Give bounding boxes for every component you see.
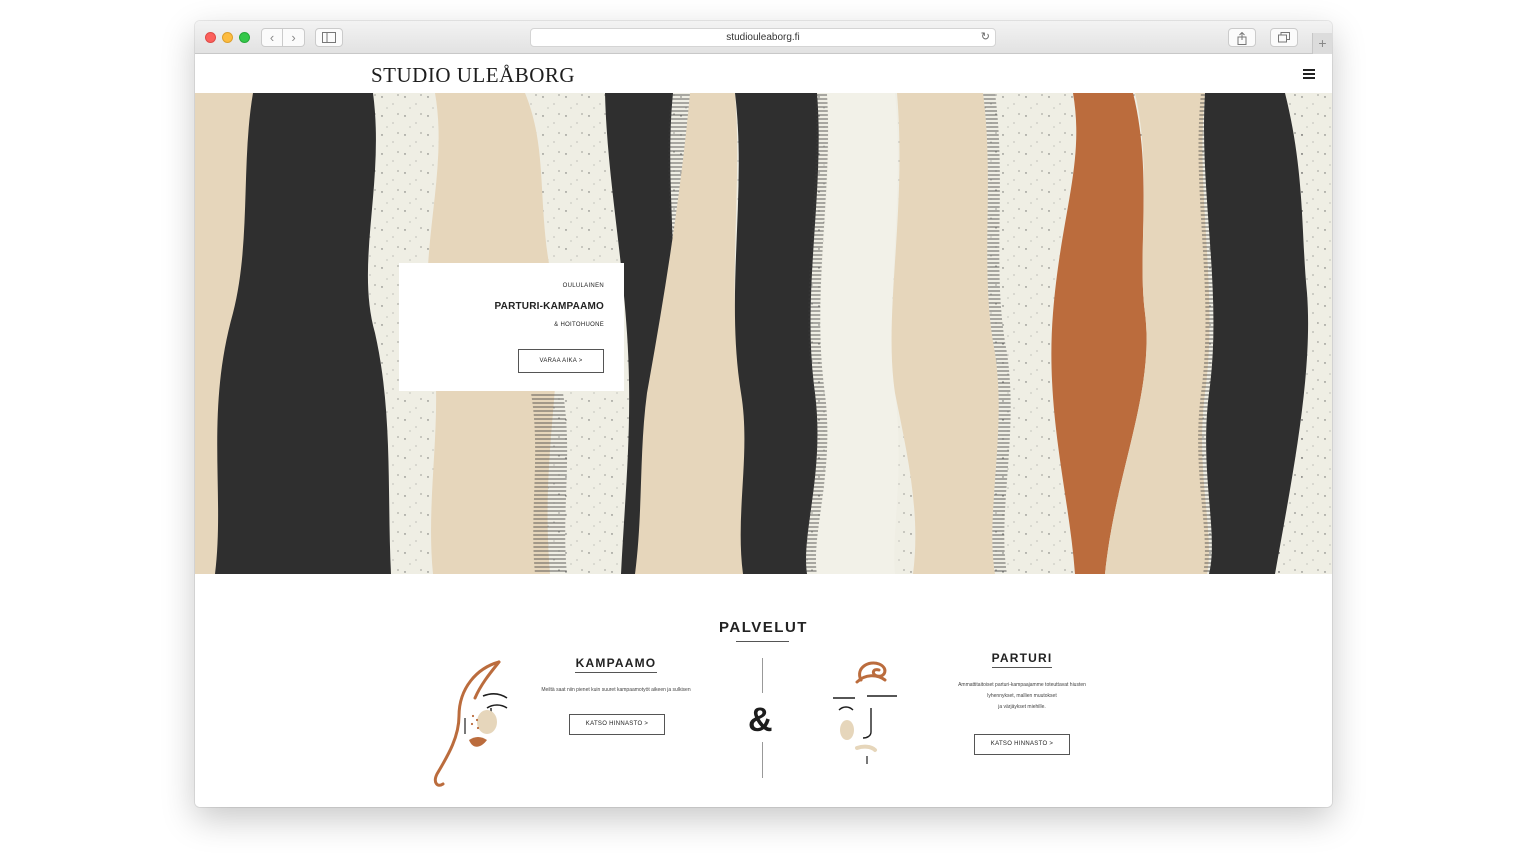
book-appointment-button[interactable]: VARAA AIKA > [518,349,604,373]
services-title-underline [736,641,789,642]
woman-face-illustration-icon [433,660,508,787]
back-button[interactable]: ‹ [261,28,283,47]
services-divider [762,658,763,693]
address-bar[interactable]: studiouleaborg.fi ↻ [530,28,996,47]
site-logo[interactable]: STUDIO ULEÅBORG [371,63,575,88]
parturi-description-line: ja värjäykset miehille. [998,704,1046,710]
forward-button[interactable]: › [283,28,305,47]
hamburger-menu-icon[interactable] [1303,69,1315,79]
kampaamo-description: Meiltä saat niin pienet kuin suuret kamp… [541,687,691,693]
sidebar-icon [322,32,336,43]
abstract-stripes-illustration [195,93,1332,574]
browser-toolbar: ‹ › studiouleaborg.fi ↻ + [195,21,1332,54]
share-button[interactable] [1228,28,1256,47]
services-divider-lower [762,742,763,778]
parturi-description-line: Ammattitaitoiset parturi-kampaajamme tot… [958,682,1086,688]
reload-icon[interactable]: ↻ [981,29,990,46]
hero-kicker: OULULAINEN [562,283,604,289]
kampaamo-title: KAMPAAMO [575,656,657,670]
parturi-description: Ammattitaitoiset parturi-kampaajamme tot… [939,680,1105,713]
back-icon: ‹ [269,30,275,45]
services-ampersand: & [748,701,773,739]
parturi-description-line: lyhennykset, mallien muutokset [987,693,1057,699]
parturi-price-list-button[interactable]: KATSO HINNASTO > [974,734,1070,755]
services-section: PALVELUT KAMPAAMO Meiltä saat niin piene… [195,574,1332,807]
url-text: studiouleaborg.fi [726,32,800,43]
sidebar-toggle-button[interactable] [315,28,343,47]
hero-subtitle: & HOITOHUONE [554,322,604,328]
parturi-title: PARTURI [991,651,1053,665]
kampaamo-title-underline [575,672,657,673]
close-window-button[interactable] [205,32,216,43]
services-title: PALVELUT [719,619,808,636]
tabs-icon [1278,32,1290,43]
minimize-window-button[interactable] [222,32,233,43]
site-header: STUDIO ULEÅBORG [195,55,1332,93]
kampaamo-price-list-button[interactable]: KATSO HINNASTO > [569,714,665,735]
new-tab-button[interactable]: + [1312,33,1332,54]
man-face-illustration-icon [833,661,897,764]
hero-card: OULULAINEN PARTURI-KAMPAAMO & HOITOHUONE… [399,263,624,391]
hero-title: PARTURI-KAMPAAMO [494,301,604,312]
show-tabs-button[interactable] [1270,28,1298,47]
forward-icon: › [291,30,296,45]
hero-banner: OULULAINEN PARTURI-KAMPAAMO & HOITOHUONE… [195,93,1332,574]
parturi-title-underline [992,667,1052,668]
share-icon [1237,31,1247,45]
zoom-window-button[interactable] [239,32,250,43]
browser-window: ‹ › studiouleaborg.fi ↻ + STUDIO ULEÅBOR… [195,21,1332,807]
new-tab-icon: + [1318,35,1327,51]
